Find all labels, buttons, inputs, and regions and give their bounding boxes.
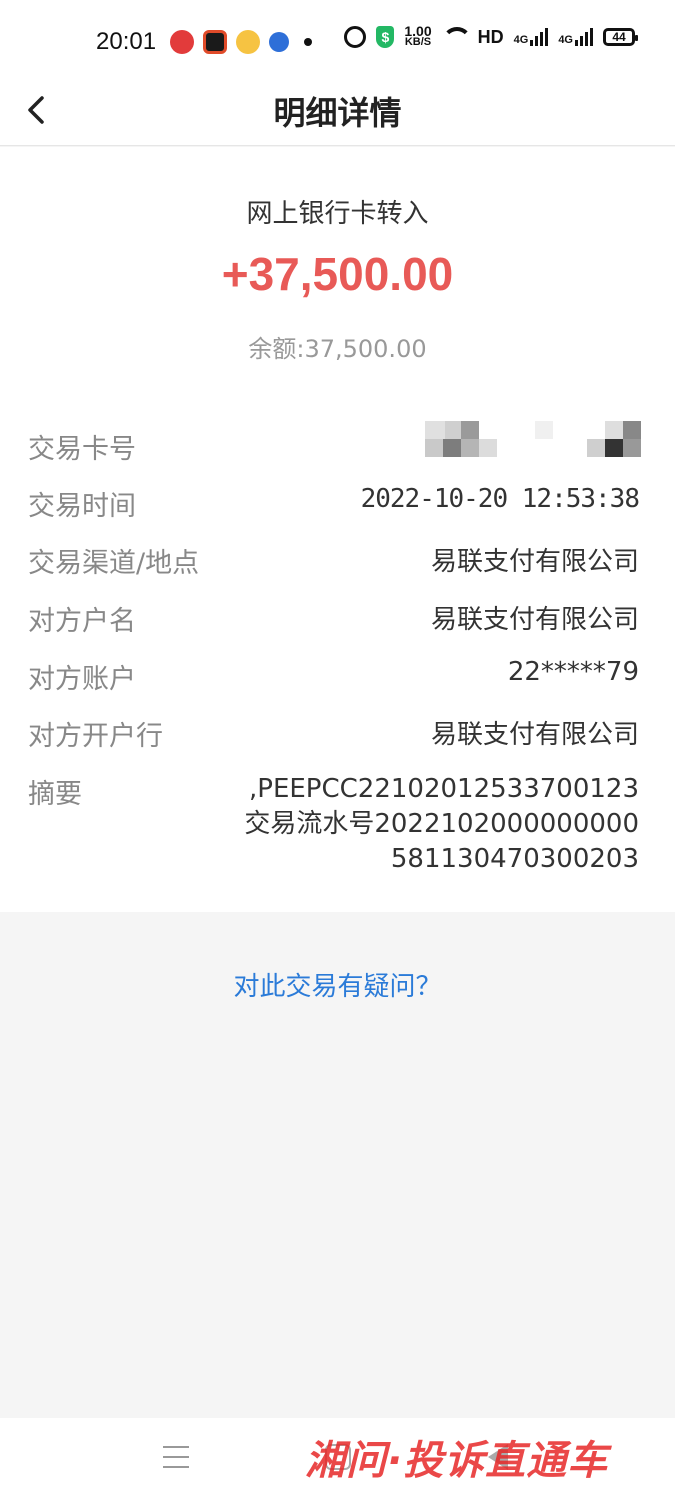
hd-voice-icon: HD: [477, 26, 504, 47]
signal-icon: 4G: [514, 28, 549, 46]
navigation-bar: 明细详情: [0, 86, 675, 146]
signal-icon: 4G: [558, 28, 593, 46]
wifi-icon: [441, 27, 472, 47]
weibo-icon: [236, 30, 260, 54]
detail-label: 交易渠道/地点: [28, 548, 200, 579]
account-balance: 余额:37,500.00: [248, 335, 427, 363]
transaction-card: 网上银行卡转入 +37,500.00 余额:37,500.00 交易卡号 交易时…: [0, 147, 675, 912]
system-navigation-bar: 湘问·投诉直通车: [0, 1418, 675, 1500]
more-notifications-dot-icon: [304, 38, 312, 46]
menu-icon[interactable]: [163, 1446, 189, 1468]
watermark-logo: 湘问·投诉直通车: [305, 1438, 609, 1484]
detail-label: 对方开户行: [28, 721, 163, 752]
detail-value: ,PEEPCC22102012533700123 交易流水号2022102000…: [244, 774, 639, 874]
detail-label: 摘要: [28, 779, 82, 810]
detail-label: 交易卡号: [28, 434, 136, 465]
detail-label: 对方账户: [28, 664, 136, 695]
masked-card-number: [425, 421, 641, 457]
page-title: 明细详情: [273, 94, 402, 132]
transaction-question-link[interactable]: 对此交易有疑问？: [0, 966, 675, 1003]
notification-icons: [170, 30, 312, 54]
video-app-icon: [203, 30, 227, 54]
baidu-paw-icon: [269, 32, 289, 52]
detail-label: 对方户名: [28, 606, 136, 637]
system-status-icons: $ 1.00 KB/S HD 4G 4G 44: [344, 23, 638, 48]
detail-value: 22*****79: [507, 657, 639, 687]
security-shield-icon: $: [376, 26, 395, 48]
transaction-type: 网上银行卡转入: [246, 199, 429, 229]
battery-icon: 44: [603, 28, 638, 46]
app-notification-icon: [170, 30, 194, 54]
detail-value: 易联支付有限公司: [430, 720, 639, 750]
network-speed: 1.00 KB/S: [404, 23, 432, 48]
alarm-icon: [344, 26, 367, 48]
status-bar: 20:01 $ 1.00 KB/S HD 4G 4G 44: [0, 0, 675, 86]
transaction-amount: +37,500.00: [221, 248, 454, 300]
detail-value: 2022-10-20 12:53:38: [360, 484, 640, 514]
detail-label: 交易时间: [28, 491, 136, 522]
detail-value: 易联支付有限公司: [430, 547, 639, 577]
detail-value: 易联支付有限公司: [430, 605, 639, 635]
status-time: 20:01: [96, 28, 157, 55]
